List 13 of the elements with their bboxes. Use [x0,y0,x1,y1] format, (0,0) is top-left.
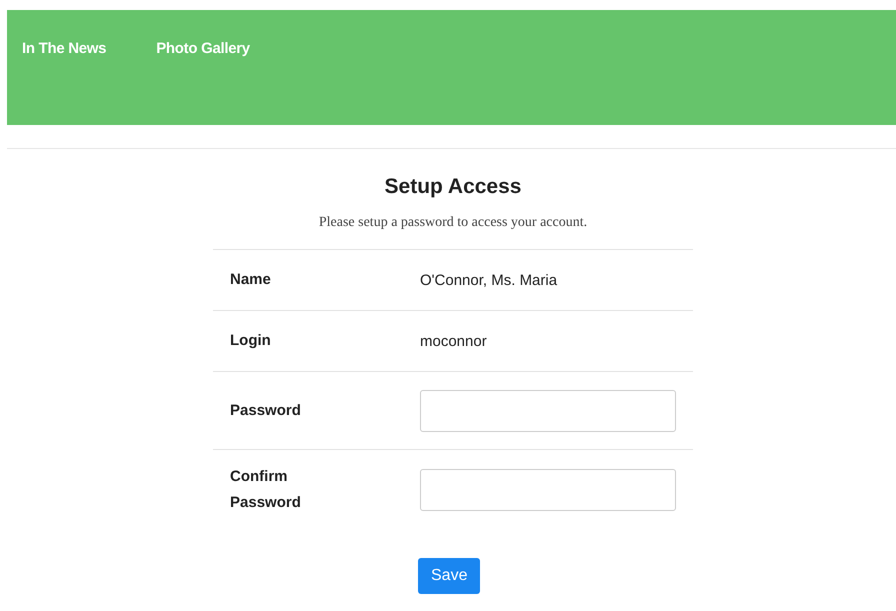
field-label: Confirm Password [230,467,302,513]
field-value: moconnor [420,332,487,350]
page-title: Setup Access [384,175,522,199]
page-subtitle: Please setup a password to access your account. [318,215,588,231]
save-button[interactable]: Save [418,558,480,594]
password-field[interactable] [420,390,676,432]
nav-link[interactable]: Photo Gallery [156,40,250,57]
field-label: Password [230,400,302,420]
nav-link[interactable]: In The News [22,40,106,57]
field-label: Login [230,331,272,351]
password-field[interactable] [420,469,676,511]
field-label: Name [230,270,272,290]
field-value: O'Connor, Ms. Maria [420,272,558,288]
